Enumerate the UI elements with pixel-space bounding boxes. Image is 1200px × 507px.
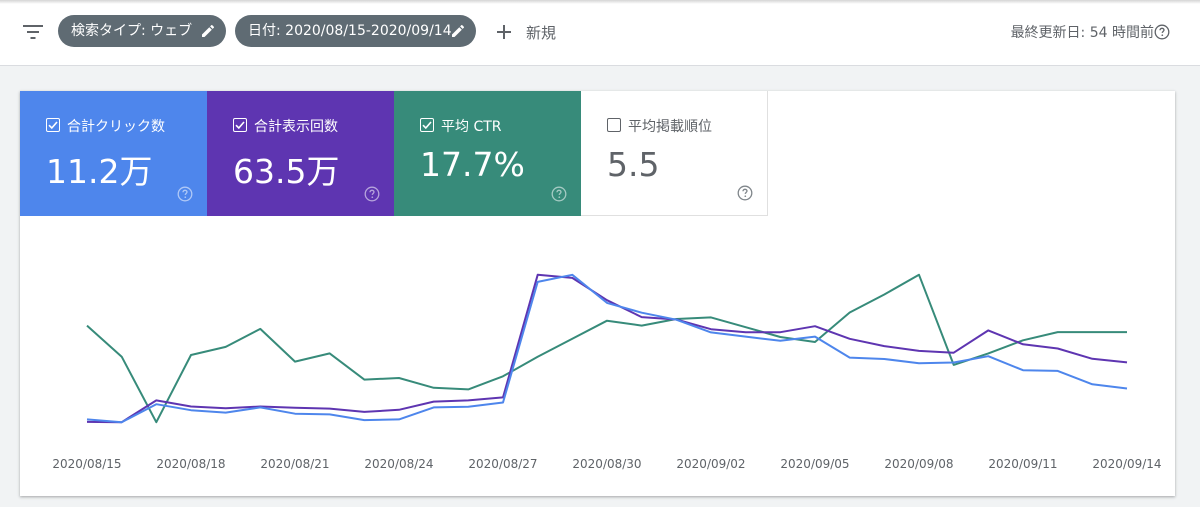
filter-list-icon[interactable] <box>22 22 44 42</box>
new-filter-label: 新規 <box>526 24 557 42</box>
date-range-chip[interactable]: 日付: 2020/08/15-2020/09/14 <box>235 15 476 47</box>
date-range-chip-label: 日付: 2020/08/15-2020/09/14 <box>248 23 452 39</box>
x-axis-tick-label: 2020/08/21 <box>260 457 329 471</box>
ctr-line <box>86 273 1127 424</box>
plus-icon <box>497 25 511 39</box>
x-axis-tick-label: 2020/08/30 <box>572 457 641 471</box>
x-axis-tick-label: 2020/09/08 <box>884 457 953 471</box>
x-axis-tick-label: 2020/08/24 <box>364 457 433 471</box>
x-axis-tick-label: 2020/09/14 <box>1092 457 1161 471</box>
top-shadow <box>0 0 1200 4</box>
x-axis-tick-label: 2020/08/18 <box>156 457 225 471</box>
edit-pencil-icon <box>452 24 465 37</box>
impressions-line <box>86 273 1128 424</box>
performance-line-chart: 2020/08/15 2020/08/18 2020/08/21 2020/08/24… <box>52 273 1162 471</box>
help-icon[interactable] <box>1154 24 1170 40</box>
x-axis-tick-label: 2020/09/11 <box>988 457 1057 471</box>
search-type-chip-label: 検索タイプ: ウェブ <box>71 23 193 39</box>
x-axis-tick-label: 2020/09/02 <box>676 457 745 471</box>
filter-bar: 検索タイプ: ウェブ 日付: 2020/08/15-2020/09/14 新規 … <box>0 0 1200 66</box>
x-axis-tick-label: 2020/08/27 <box>468 457 537 471</box>
performance-card: 合計クリック数 11.2万 合計表示回数 63.5万 平均 CTR 17.7% <box>20 91 1175 496</box>
edit-pencil-icon <box>202 24 215 37</box>
search-type-chip[interactable]: 検索タイプ: ウェブ <box>58 15 226 47</box>
clicks-line <box>86 273 1128 424</box>
x-axis-tick-label: 2020/08/15 <box>52 457 121 471</box>
x-axis-tick-label: 2020/09/05 <box>780 457 849 471</box>
last-updated-text: 最終更新日: 54 時間前 <box>1010 25 1154 41</box>
